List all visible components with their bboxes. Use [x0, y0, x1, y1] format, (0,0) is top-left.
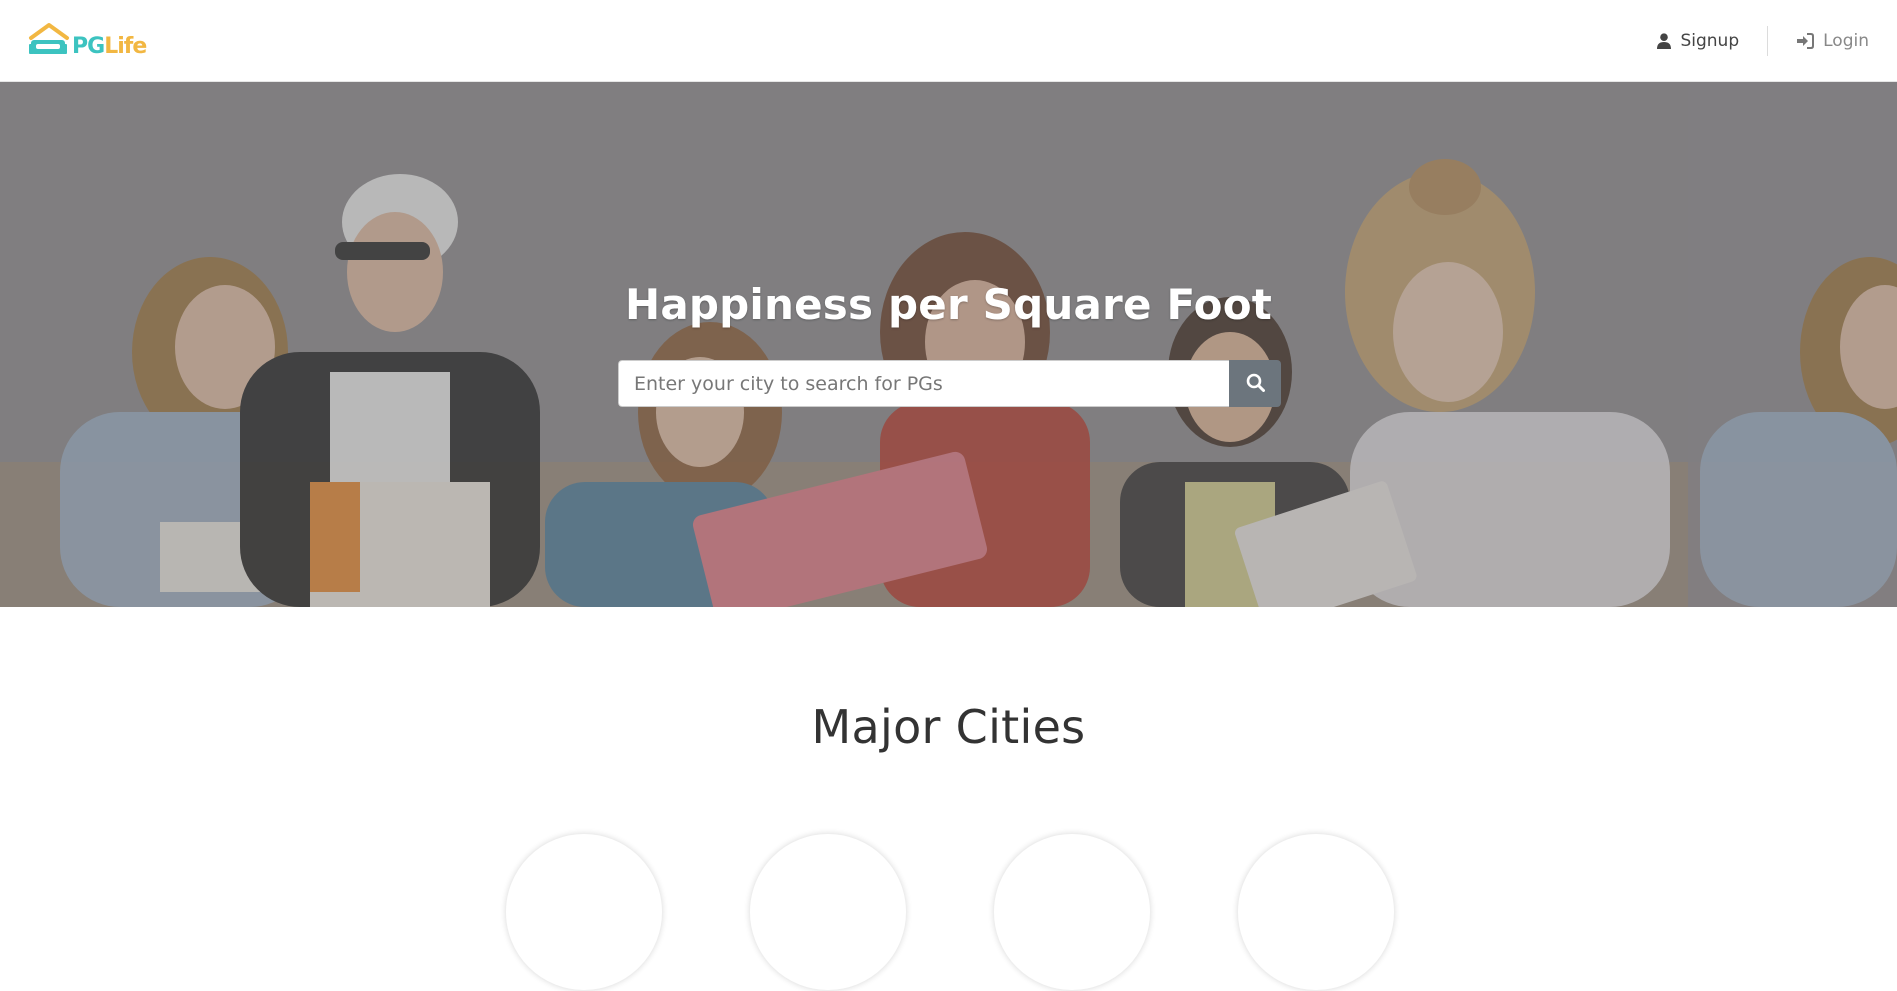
city-card[interactable] [993, 833, 1151, 991]
brand-name: PGLife [72, 34, 147, 59]
navbar: PGLife Signup Login [0, 0, 1897, 82]
signup-link[interactable]: Signup [1657, 31, 1739, 51]
user-icon [1657, 33, 1672, 49]
city-card[interactable] [1237, 833, 1395, 991]
search-icon [1246, 373, 1265, 395]
nav-divider [1767, 26, 1769, 56]
login-label: Login [1823, 31, 1869, 51]
hero-background-image [0, 82, 1897, 607]
house-logo-icon [28, 22, 70, 60]
hero-banner: Happiness per Square Foot [0, 82, 1897, 607]
city-card[interactable] [749, 833, 907, 991]
city-card[interactable] [505, 833, 663, 991]
city-search-input[interactable] [618, 360, 1229, 407]
brand-logo[interactable]: PGLife [28, 22, 147, 60]
major-cities-title: Major Cities [811, 700, 1086, 754]
search-button[interactable] [1229, 360, 1281, 407]
major-cities-list [0, 833, 1897, 991]
login-link[interactable]: Login [1796, 31, 1869, 51]
city-search-form [618, 360, 1281, 407]
sign-in-icon [1796, 33, 1815, 49]
nav-links: Signup Login [1657, 0, 1869, 82]
hero-title: Happiness per Square Foot [624, 280, 1273, 329]
signup-label: Signup [1680, 31, 1740, 51]
